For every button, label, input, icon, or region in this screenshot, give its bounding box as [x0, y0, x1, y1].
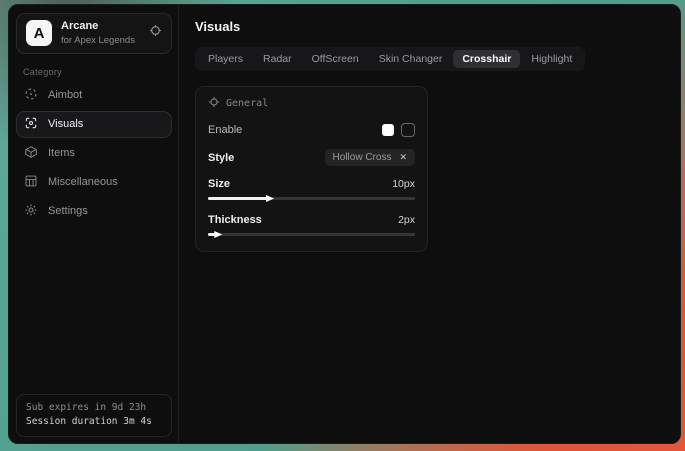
panel-title: General [226, 98, 268, 109]
sidebar-item-items[interactable]: Items [16, 140, 172, 167]
enable-checkbox[interactable] [401, 123, 415, 137]
tab-players[interactable]: Players [199, 50, 252, 68]
tab-bar: Players Radar OffScreen Skin Changer Cro… [195, 47, 585, 71]
general-settings-icon [208, 96, 220, 111]
app-subtitle: for Apex Legends [61, 35, 140, 47]
tab-highlight[interactable]: Highlight [522, 50, 581, 68]
enable-label: Enable [208, 124, 242, 136]
sidebar-item-label: Visuals [48, 118, 83, 130]
visuals-icon [24, 116, 38, 133]
enable-controls [382, 123, 415, 137]
size-value: 10px [392, 178, 415, 190]
thickness-label: Thickness [208, 214, 262, 226]
sidebar-item-label: Miscellaneous [48, 176, 118, 188]
tab-offscreen[interactable]: OffScreen [303, 50, 368, 68]
size-slider-fill [208, 197, 268, 200]
page-title: Visuals [195, 19, 664, 34]
main-content: Visuals Players Radar OffScreen Skin Cha… [179, 5, 680, 443]
thickness-slider[interactable] [208, 231, 415, 238]
thickness-value: 2px [398, 214, 415, 226]
target-icon[interactable] [149, 24, 162, 42]
app-name: Arcane [61, 20, 140, 34]
sub-expires-text: Sub expires in 9d 23h [26, 401, 162, 416]
brand-card: A Arcane for Apex Legends [16, 13, 172, 54]
color-swatch[interactable] [382, 124, 394, 136]
settings-icon [24, 203, 38, 220]
sidebar-item-settings[interactable]: Settings [16, 198, 172, 225]
sidebar-item-miscellaneous[interactable]: Miscellaneous [16, 169, 172, 196]
size-label: Size [208, 178, 230, 190]
category-label: Category [23, 67, 172, 77]
sidebar-nav: Aimbot Visuals Items [16, 82, 172, 225]
panel-header: General [208, 96, 415, 111]
style-select[interactable]: Hollow Cross ✕ [325, 149, 415, 166]
sidebar-item-visuals[interactable]: Visuals [16, 111, 172, 138]
items-icon [24, 145, 38, 162]
sidebar-item-label: Aimbot [48, 89, 82, 101]
general-panel: General Enable Style Hollow Cross ✕ [195, 86, 428, 252]
tab-radar[interactable]: Radar [254, 50, 301, 68]
tab-crosshair[interactable]: Crosshair [453, 50, 520, 68]
session-duration-text: Session duration 3m 4s [26, 415, 162, 430]
sidebar-item-label: Settings [48, 205, 88, 217]
aimbot-icon [24, 87, 38, 104]
style-label: Style [208, 152, 234, 164]
tab-skin-changer[interactable]: Skin Changer [370, 50, 452, 68]
thickness-slider-track[interactable] [208, 233, 415, 236]
sidebar-item-label: Items [48, 147, 75, 159]
sidebar-item-aimbot[interactable]: Aimbot [16, 82, 172, 109]
size-row: Size 10px [208, 178, 415, 190]
enable-row: Enable [208, 123, 415, 137]
style-row: Style Hollow Cross ✕ [208, 149, 415, 166]
sidebar: A Arcane for Apex Legends Category [9, 5, 179, 443]
sidebar-spacer [16, 225, 172, 394]
app-logo: A [26, 20, 52, 46]
style-value: Hollow Cross [333, 152, 392, 163]
size-slider[interactable] [208, 195, 415, 202]
brand-text: Arcane for Apex Legends [61, 20, 140, 47]
thickness-row: Thickness 2px [208, 214, 415, 226]
subscription-info: Sub expires in 9d 23h Session duration 3… [16, 394, 172, 437]
app-window: A Arcane for Apex Legends Category [8, 4, 681, 444]
miscellaneous-icon [24, 174, 38, 191]
clear-style-icon[interactable]: ✕ [399, 153, 407, 162]
